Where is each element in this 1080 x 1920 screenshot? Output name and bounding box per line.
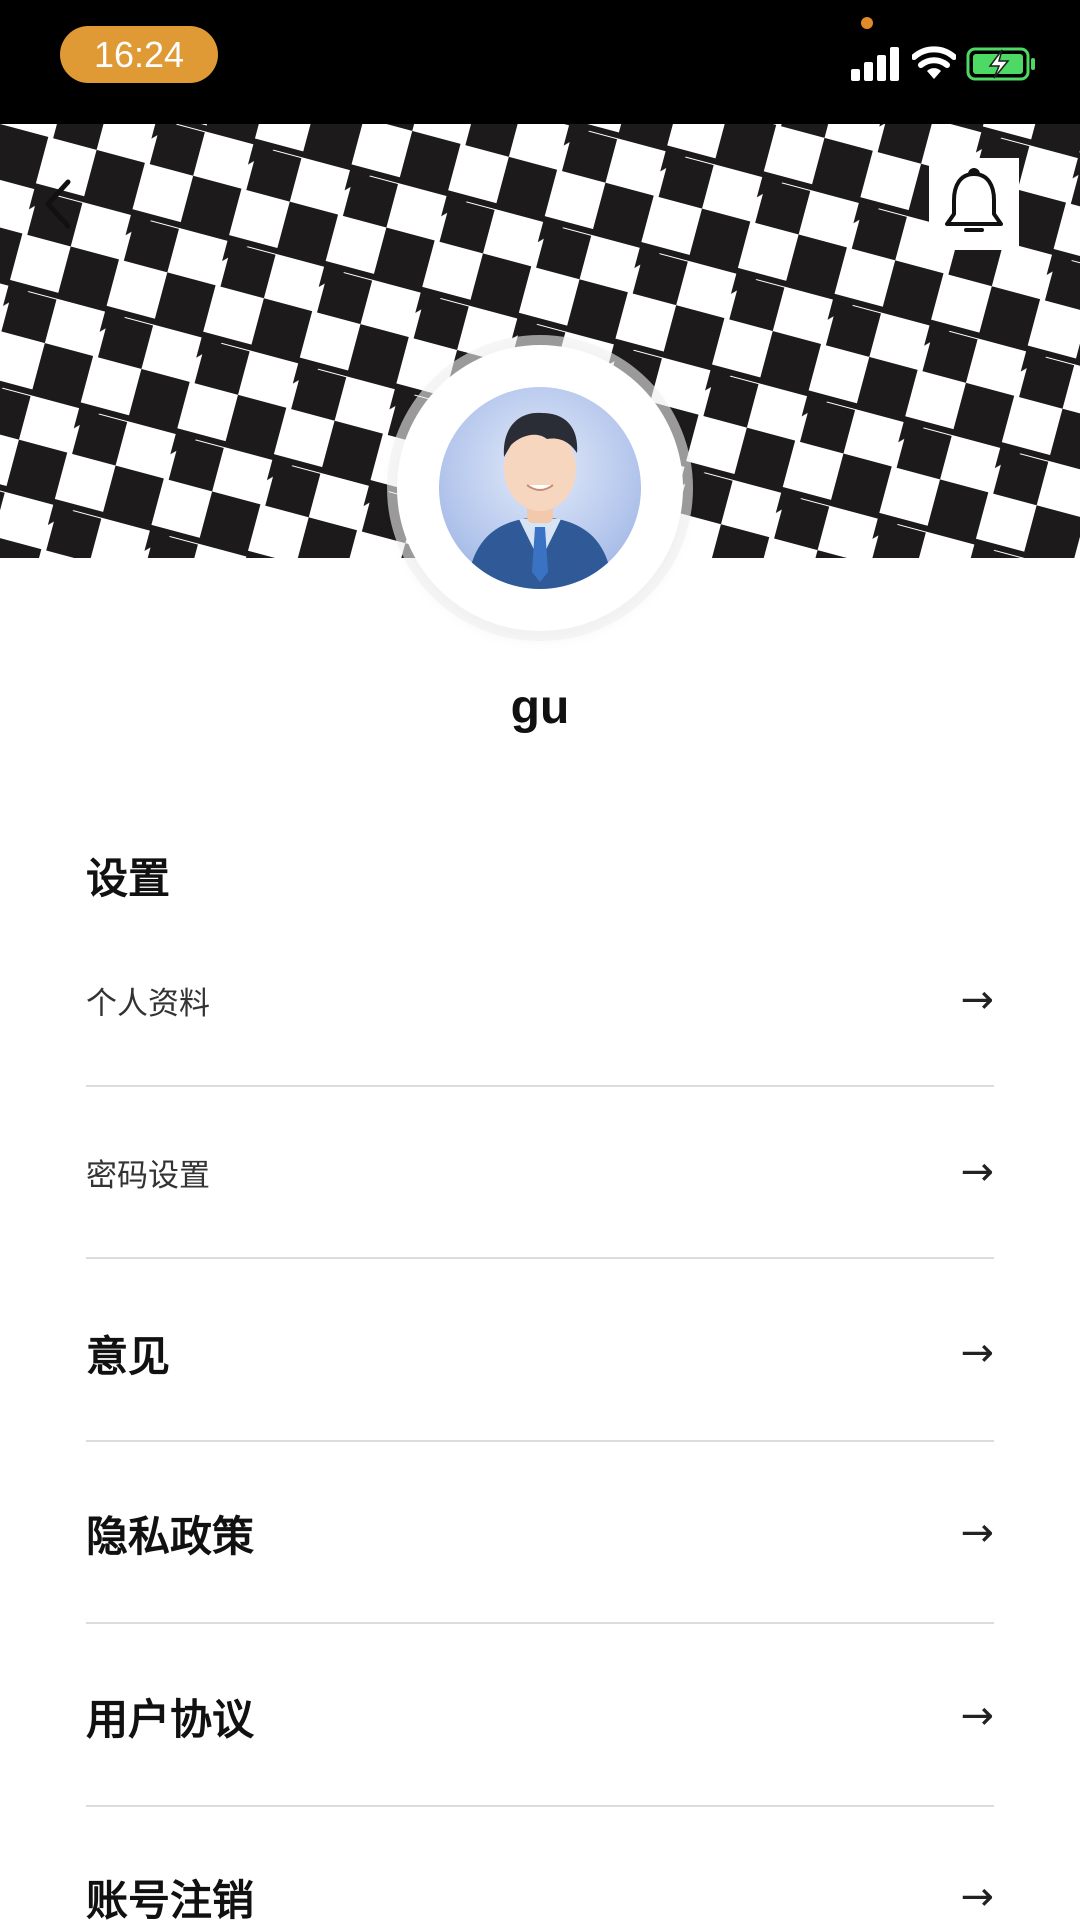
menu-item-label: 意见 [86,1331,171,1381]
divider [86,1085,994,1087]
arrow-right-icon: → [960,1510,994,1556]
status-bar: 16:24 [0,0,1080,124]
arrow-right-icon: → [960,1149,994,1195]
divider [86,1805,994,1807]
menu-item-label: 用户协议 [86,1694,255,1744]
businessman-avatar-icon [467,412,613,589]
camera-indicator-dot [861,17,873,29]
time-pill: 16:24 [60,26,218,83]
wifi-icon [912,46,956,79]
divider [86,1622,994,1624]
divider [86,1257,994,1259]
menu-item-label: 个人资料 [86,985,210,1022]
notification-button[interactable] [929,158,1019,250]
menu-item-feedback[interactable]: 意见 → [86,1320,994,1386]
menu-item-profile-info[interactable]: 个人资料 → [86,970,994,1030]
arrow-right-icon: → [960,1874,994,1920]
back-button[interactable] [30,168,86,240]
arrow-right-icon: → [960,977,994,1023]
avatar-frame [397,345,683,631]
profile-screen: 16:24 gu 设置 个人资料 → 密码设置 → 意见 → 隐私政策 → 用户… [0,0,1080,1920]
menu-item-label: 密码设置 [86,1157,210,1194]
username: gu [510,681,570,734]
avatar[interactable] [439,387,641,589]
menu-item-label: 账号注销 [86,1875,255,1920]
bell-icon [945,168,1003,232]
signal-icon [851,47,899,81]
arrow-right-icon: → [960,1330,994,1376]
menu-item-label: 隐私政策 [86,1511,255,1561]
battery-charging-icon [966,47,1035,81]
menu-item-user-agreement[interactable]: 用户协议 → [86,1683,994,1749]
menu-item-privacy-policy[interactable]: 隐私政策 → [86,1500,994,1566]
divider [86,1440,994,1442]
chevron-left-icon [45,179,71,229]
menu-item-delete-account[interactable]: 账号注销 → [86,1864,994,1920]
menu-item-password-settings[interactable]: 密码设置 → [86,1142,994,1202]
arrow-right-icon: → [960,1693,994,1739]
settings-section-title: 设置 [86,854,171,903]
